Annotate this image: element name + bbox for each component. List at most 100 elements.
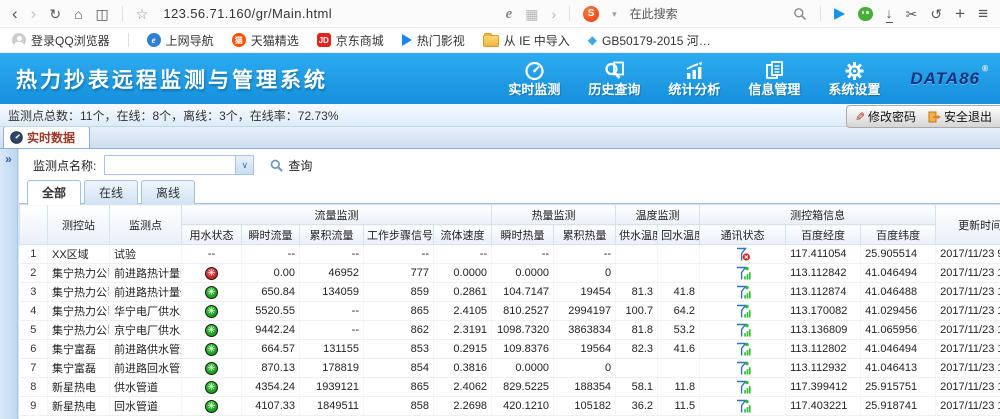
header-instant-flow[interactable]: 瞬时流量 — [242, 225, 300, 245]
cell-heat-total: 19454 — [554, 283, 616, 302]
cell-supply-temp: 81.8 — [616, 321, 658, 340]
bookmark-label: 上网导航 — [166, 32, 214, 49]
nav-label: 系统设置 — [828, 82, 880, 97]
address-url[interactable]: 123.56.71.160/gr/Main.html — [163, 6, 332, 21]
wechat-icon[interactable] — [858, 7, 873, 21]
cell-update-time: 2017/11/23 17:2 — [936, 359, 1000, 378]
extensions-grid-icon[interactable]: ▦ — [525, 1, 538, 27]
nav-realtime-monitor[interactable]: 实时监测 — [508, 60, 560, 97]
cell-longitude: 113.170082 — [786, 302, 861, 321]
table-row[interactable]: 1XX区域试验--------------117.41105425.905514… — [20, 245, 1000, 264]
bookmark-import-ie[interactable]: 从 IE 中导入 — [483, 32, 570, 49]
nav-history-query[interactable]: 历史查询 — [588, 60, 640, 97]
search-icon[interactable] — [793, 7, 807, 21]
table-row[interactable]: 8新星热电供水管道✳4354.2419391218652.4062829.522… — [20, 378, 1000, 397]
query-button[interactable]: 查询 — [270, 157, 312, 174]
table-row[interactable]: 5集宁热力公司京宁电厂供水主.✳9442.24--8622.31911098.7… — [20, 321, 1000, 340]
table-row[interactable]: 4集宁热力公司华宁电厂供水主.✳5520.55--8652.4105810.25… — [20, 302, 1000, 321]
filter-tab-offline[interactable]: 离线 — [141, 180, 195, 204]
cell-flow-total: 178819 — [300, 359, 364, 378]
sidebar-collapse-strip[interactable]: » — [0, 149, 18, 419]
header-station[interactable]: 测控站 — [48, 205, 110, 245]
bookmark-label: 从 IE 中导入 — [504, 32, 570, 49]
header-return-temp[interactable]: 回水温度 — [658, 225, 700, 245]
history-search-icon — [603, 60, 626, 82]
forward-icon[interactable]: › — [31, 1, 37, 27]
bookmark-tmall[interactable]: 猫 天猫精选 — [232, 32, 299, 49]
header-comm-status[interactable]: 通讯状态 — [700, 225, 786, 245]
table-row[interactable]: 7集宁富磊前进路回水管道✳870.131788198540.38160.0000… — [20, 359, 1000, 378]
change-password-button[interactable]: ✎ 修改密码 — [855, 108, 916, 125]
logout-button[interactable]: 安全退出 — [928, 108, 992, 125]
valve-open-icon: ✳ — [205, 381, 218, 394]
nav-statistics[interactable]: 统计分析 — [668, 60, 720, 97]
ie-compat-icon[interactable]: e — [506, 1, 513, 27]
cell-heat-total: 19564 — [554, 340, 616, 359]
nav-info-management[interactable]: 信息管理 — [748, 60, 800, 97]
bookmark-navigator[interactable]: e 上网导航 — [147, 32, 214, 49]
header-point[interactable]: 监测点 — [110, 205, 182, 245]
sogou-logo-icon[interactable]: S — [583, 6, 599, 22]
header-supply-temp[interactable]: 供水温度 — [616, 225, 658, 245]
reload-icon[interactable]: ↻ — [49, 1, 61, 27]
filter-tab-online[interactable]: 在线 — [84, 180, 138, 204]
cell-comm-status — [700, 340, 786, 359]
header-total-heat[interactable]: 累积热量 — [554, 225, 616, 245]
header-water-status[interactable]: 用水状态 — [182, 225, 242, 245]
valve-open-icon: ✳ — [205, 286, 218, 299]
header-latitude[interactable]: 百度纬度 — [861, 225, 936, 245]
content-area: » 监测点名称: ∨ 查询 全部 在线 离线 — [0, 149, 1000, 419]
back-icon[interactable]: ‹ — [12, 1, 18, 27]
cell-signal-quality: 865 — [364, 378, 434, 397]
cell-latitude: 25.905514 — [861, 245, 936, 264]
tab-realtime-data[interactable]: 实时数据 — [3, 126, 90, 148]
header-signal-quality[interactable]: 工作步骤信号质 — [364, 225, 434, 245]
table-row[interactable]: 6集宁富磊前进路供水管道✳664.571311558530.2915109.83… — [20, 340, 1000, 359]
favorite-star-icon[interactable]: ☆ — [136, 1, 149, 27]
cell-valve-status: ✳ — [182, 397, 242, 416]
cell-flow-instant: 870.13 — [242, 359, 300, 378]
cell-valve-status: ✳ — [182, 283, 242, 302]
bookmark-gb50179[interactable]: ◆ GB50179-2015 河… — [588, 32, 711, 49]
header-update-time[interactable]: 更新时间 — [936, 205, 1000, 245]
new-tab-plus-icon[interactable]: + — [955, 1, 965, 27]
bookmark-hot-video[interactable]: 热门影视 — [402, 32, 465, 49]
undo-history-icon[interactable]: ↺ — [930, 1, 942, 27]
cell-velocity: 2.4062 — [434, 378, 492, 397]
engine-dropdown-icon[interactable]: ▾ — [612, 1, 617, 27]
header-longitude[interactable]: 百度经度 — [786, 225, 861, 245]
reader-mode-icon[interactable]: ◫ — [96, 1, 109, 27]
cell-heat-total: 0 — [554, 359, 616, 378]
point-name-input[interactable] — [105, 156, 235, 174]
download-icon[interactable]: ↓ — [886, 5, 893, 23]
search-input[interactable]: 在此搜索 — [630, 5, 780, 22]
cell-flow-total: -- — [300, 245, 364, 264]
home-icon[interactable]: ⌂ — [74, 1, 82, 27]
cell-latitude: 25.918741 — [861, 397, 936, 416]
cell-flow-total: 1939121 — [300, 378, 364, 397]
combo-dropdown-icon[interactable]: ∨ — [235, 156, 253, 174]
table-row[interactable]: 3集宁热力公司前进路热计量供.✳650.841340598590.2861104… — [20, 283, 1000, 302]
bookmark-qq-login[interactable]: 登录QQ浏览器 — [12, 32, 110, 49]
cell-flow-total: 46952 — [300, 264, 364, 283]
header-velocity[interactable]: 流体速度 — [434, 225, 492, 245]
chevron-right-icon[interactable]: › — [551, 1, 556, 27]
header-instant-heat[interactable]: 瞬时热量 — [492, 225, 554, 245]
cell-update-time: 2017/11/23 17:2 — [936, 264, 1000, 283]
table-row[interactable]: 2集宁热力公司前进路热计量回.✳0.00469527770.00000.0000… — [20, 264, 1000, 283]
nav-system-settings[interactable]: 系统设置 — [828, 60, 880, 97]
valve-closed-icon: ✳ — [205, 267, 218, 280]
cell-flow-instant: 4354.24 — [242, 378, 300, 397]
header-total-flow[interactable]: 累积流量 — [300, 225, 364, 245]
row-number: 6 — [20, 340, 48, 359]
table-row[interactable]: 9新星热电回水管道✳4107.3318495118582.2698420.121… — [20, 397, 1000, 416]
toolbar-divider — [122, 6, 123, 21]
main-panel: 监测点名称: ∨ 查询 全部 在线 离线 — [19, 149, 1000, 419]
page: ‹ › ↻ ⌂ ◫ ☆ 123.56.71.160/gr/Main.html e… — [0, 0, 1000, 419]
menu-icon[interactable]: ≡ — [978, 1, 988, 27]
bookmark-jd[interactable]: JD 京东商城 — [317, 32, 384, 49]
filter-tab-all[interactable]: 全部 — [27, 180, 81, 205]
scissors-capture-icon[interactable]: ✂ — [906, 1, 918, 27]
play-icon — [402, 34, 412, 46]
video-play-icon[interactable] — [834, 8, 845, 20]
